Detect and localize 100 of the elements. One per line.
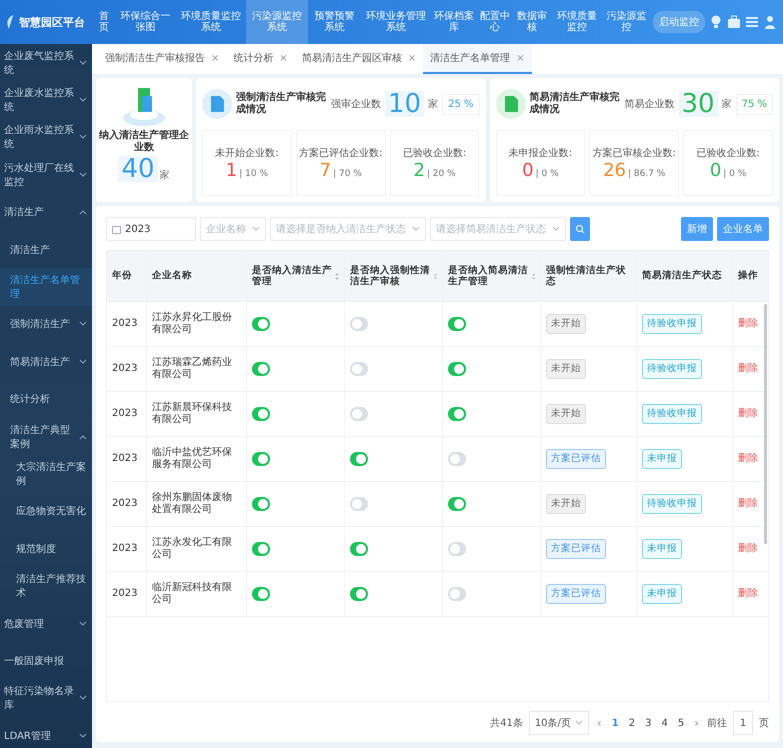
toggle-switch[interactable] <box>448 497 466 511</box>
toggle-switch[interactable] <box>448 362 466 376</box>
toggle-switch[interactable] <box>350 407 368 421</box>
sidebar-item[interactable]: 清洁生产 <box>0 230 92 268</box>
menu-icon[interactable] <box>745 14 759 30</box>
stat-value: 1 <box>226 162 238 180</box>
page-number[interactable]: 4 <box>659 718 670 728</box>
page-number[interactable]: 3 <box>643 718 654 728</box>
search-icon <box>575 224 585 234</box>
page-tab[interactable]: 清洁生产名单管理 × <box>423 44 532 74</box>
chevron-icon <box>79 209 87 216</box>
briefcase-icon[interactable] <box>727 14 741 30</box>
chevron-icon <box>79 60 87 66</box>
toggle-switch[interactable] <box>252 497 270 511</box>
toggle-switch[interactable] <box>252 542 270 556</box>
lightbulb-icon[interactable] <box>709 14 723 30</box>
nav-tab[interactable]: 数据审核 <box>513 0 550 44</box>
column-header: 是否纳入清洁生产管理 <box>247 251 345 301</box>
toggle-switch[interactable] <box>448 407 466 421</box>
sidebar-item[interactable]: 危废管理 <box>0 604 92 642</box>
year-cell: 2023 <box>107 302 147 346</box>
stat-label: 方案已评估企业数: <box>299 146 382 160</box>
toggle-switch[interactable] <box>448 587 466 601</box>
page-tab[interactable]: 统计分析 × <box>226 44 295 74</box>
company-cell: 江苏新晨环保科技有限公司 <box>147 392 247 436</box>
sort-icon[interactable] <box>335 272 339 280</box>
sidebar-item[interactable]: 清洁生产 <box>0 194 92 231</box>
page-size-select[interactable]: 10条/页 <box>528 711 589 735</box>
toggle-switch[interactable] <box>252 452 270 466</box>
toggle-switch[interactable] <box>252 587 270 601</box>
search-button[interactable] <box>570 217 590 241</box>
toggle-switch[interactable] <box>350 542 368 556</box>
card-title: 纳入清洁生产管理企业数 <box>98 130 190 154</box>
delete-link[interactable]: 删除 <box>738 363 758 375</box>
sidebar-item[interactable]: 清洁生产推荐技术 <box>0 567 92 605</box>
delete-link[interactable]: 删除 <box>738 543 758 555</box>
sidebar-item[interactable]: 特征污染物名录库 <box>0 680 92 718</box>
toggle-switch[interactable] <box>448 317 466 331</box>
stat-label: 方案已审核企业数: <box>592 146 676 160</box>
delete-link[interactable]: 删除 <box>738 588 758 600</box>
scrollbar[interactable] <box>764 304 767 544</box>
stat-label: 已验收企业数: <box>696 146 760 160</box>
nav-tab[interactable]: 配置中心 <box>476 0 514 44</box>
year-field[interactable]: 2023 <box>106 217 196 241</box>
nav-tab[interactable]: 环保档案库 <box>431 0 476 44</box>
stat-percent: | 20 % <box>426 169 456 179</box>
sidebar-item[interactable]: 企业废水监控系统 <box>0 81 92 119</box>
status-tag: 方案已评估 <box>546 449 606 469</box>
status-tag: 待验收申报 <box>642 314 702 334</box>
toggle-switch[interactable] <box>252 362 270 376</box>
count-value: 30 <box>678 91 718 117</box>
toggle-switch[interactable] <box>350 452 368 466</box>
nav-tab[interactable]: 环保综合一张图 <box>114 0 176 44</box>
sidebar-item[interactable]: 统计分析 <box>0 380 92 418</box>
toggle-switch[interactable] <box>350 497 368 511</box>
sidebar-item[interactable]: 强制清洁生产 <box>0 306 92 344</box>
toggle-switch[interactable] <box>350 362 368 376</box>
app-title: 智慧园区平台 <box>19 14 85 30</box>
unit-label: 家 <box>160 168 170 182</box>
nav-tab[interactable]: 环境质量监控系统 <box>176 0 246 44</box>
count-value: 40 <box>118 156 158 182</box>
sidebar-item[interactable]: 大宗清洁生产案例 <box>0 455 92 493</box>
delete-link[interactable]: 删除 <box>738 408 758 420</box>
delete-link[interactable]: 删除 <box>738 498 758 510</box>
nav-tab[interactable]: 预警预警系统 <box>308 0 362 44</box>
nav-tab[interactable]: 环境业务管理系统 <box>361 0 432 44</box>
sidebar-item[interactable]: LDAR管理 <box>0 717 92 748</box>
sidebar-item[interactable]: 污水处理厂在线监控 <box>0 156 92 194</box>
sidebar-item[interactable]: 规范制度 <box>0 530 92 568</box>
toggle-switch[interactable] <box>252 317 270 331</box>
unit-label: 家 <box>722 98 732 111</box>
sidebar-item[interactable]: 清洁生产名单管理 <box>0 268 92 306</box>
sort-icon[interactable] <box>532 272 535 280</box>
count-value: 10 <box>385 91 424 117</box>
column-header: 年份 <box>107 251 147 301</box>
chevron-icon <box>79 134 87 140</box>
page-input[interactable]: 1 <box>733 711 753 735</box>
toggle-switch[interactable] <box>448 452 466 466</box>
sidebar-item[interactable]: 企业废气监控系统 <box>0 44 92 82</box>
column-header: 操作 <box>736 269 759 284</box>
count-label: 强审企业数 <box>331 98 381 111</box>
sidebar-item[interactable]: 一般固废申报 <box>0 642 92 680</box>
sidebar-item[interactable]: 企业雨水监控系统 <box>0 118 92 156</box>
delete-link[interactable]: 删除 <box>738 453 758 465</box>
toggle-switch[interactable] <box>350 587 368 601</box>
toggle-switch[interactable] <box>350 317 368 331</box>
delete-link[interactable]: 删除 <box>738 318 758 330</box>
chevron-icon <box>252 226 260 232</box>
toggle-switch[interactable] <box>252 407 270 421</box>
sidebar-item[interactable]: 清洁生产典型案例 <box>0 418 92 456</box>
sidebar-item[interactable]: 简易清洁生产 <box>0 343 92 381</box>
card-title: 强制清洁生产审核完成情况 <box>236 92 327 116</box>
page-number[interactable]: 2 <box>626 718 638 728</box>
page-number[interactable]: 5 <box>676 718 686 728</box>
page-tab[interactable]: 简易清洁生产园区审核 × <box>294 44 424 74</box>
user-icon[interactable] <box>763 14 777 30</box>
page-tab[interactable]: 强制清洁生产审核报告 × <box>98 44 226 74</box>
sidebar-item[interactable]: 应急物资无害化 <box>0 492 92 530</box>
toggle-switch[interactable] <box>448 542 466 556</box>
nav-tab[interactable]: 首页 <box>94 0 114 44</box>
